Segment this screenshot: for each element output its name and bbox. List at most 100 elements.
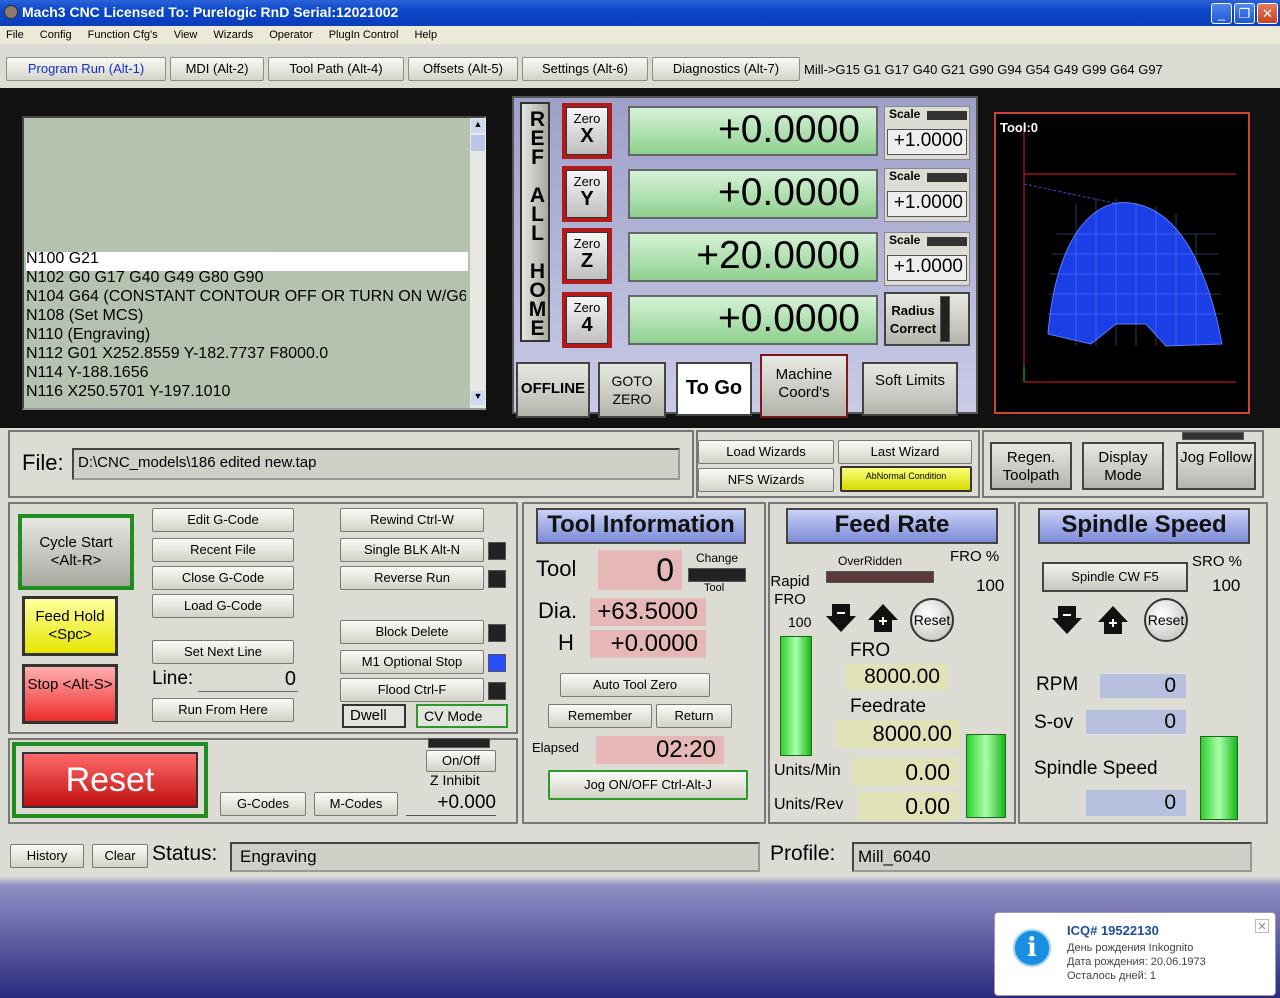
tool-number[interactable]: 0 bbox=[598, 550, 682, 590]
stop-button[interactable]: Stop <Alt-S> bbox=[22, 664, 118, 724]
feed-reset-button[interactable]: Reset bbox=[910, 598, 954, 642]
clear-button[interactable]: Clear bbox=[92, 844, 148, 868]
rewind-button[interactable]: Rewind Ctrl-W bbox=[340, 508, 484, 532]
scroll-up-icon[interactable]: ▲ bbox=[471, 119, 485, 133]
scale-y-value[interactable]: +1.0000 bbox=[887, 191, 967, 217]
return-button[interactable]: Return bbox=[656, 704, 732, 728]
feed-up-button[interactable] bbox=[868, 602, 898, 634]
menu-wizards[interactable]: Wizards bbox=[213, 29, 253, 41]
feed-rate-slider[interactable] bbox=[966, 734, 1006, 818]
zero-z-button[interactable]: Zero Z bbox=[562, 228, 612, 284]
scale-x-value[interactable]: +1.0000 bbox=[887, 129, 967, 155]
load-gcode-button[interactable]: Load G-Code bbox=[152, 594, 294, 618]
soft-limits-button[interactable]: Soft Limits bbox=[862, 362, 958, 416]
machine-coords-button[interactable]: Machine Coord's bbox=[760, 354, 848, 418]
history-button[interactable]: History bbox=[10, 844, 84, 868]
scroll-thumb[interactable] bbox=[471, 135, 485, 151]
cycle-start-button[interactable]: Cycle Start <Alt-R> bbox=[18, 514, 134, 590]
tab-tool-path[interactable]: Tool Path (Alt-4) bbox=[268, 57, 404, 81]
flood-button[interactable]: Flood Ctrl-F bbox=[340, 678, 484, 702]
icq-close-icon[interactable]: ✕ bbox=[1255, 919, 1269, 933]
m1-optional-stop-button[interactable]: M1 Optional Stop bbox=[340, 650, 484, 674]
scale-z-value[interactable]: +1.0000 bbox=[887, 255, 967, 281]
load-wizards-button[interactable]: Load Wizards bbox=[698, 440, 834, 464]
dro-x[interactable]: +0.0000 bbox=[628, 106, 878, 156]
ref-all-home-button[interactable]: REF ALL HOME bbox=[520, 102, 550, 342]
tab-mdi[interactable]: MDI (Alt-2) bbox=[170, 57, 264, 81]
tab-program-run[interactable]: Program Run (Alt-1) bbox=[6, 57, 166, 81]
line-number-input[interactable]: 0 bbox=[198, 668, 298, 692]
menu-view[interactable]: View bbox=[174, 29, 198, 41]
gcode-line[interactable]: N114 Y-188.1656 bbox=[26, 364, 148, 382]
single-block-button[interactable]: Single BLK Alt-N bbox=[340, 538, 484, 562]
minimize-button[interactable]: _ bbox=[1211, 3, 1232, 24]
tab-diagnostics[interactable]: Diagnostics (Alt-7) bbox=[652, 57, 800, 81]
set-next-line-button[interactable]: Set Next Line bbox=[152, 640, 294, 664]
tool-diameter[interactable]: +63.5000 bbox=[590, 598, 706, 626]
tool-height[interactable]: +0.0000 bbox=[590, 630, 706, 658]
spindle-up-button[interactable] bbox=[1098, 604, 1128, 636]
menu-operator[interactable]: Operator bbox=[269, 29, 312, 41]
nfs-wizards-button[interactable]: NFS Wizards bbox=[698, 468, 834, 492]
gcode-line[interactable]: N104 G64 (CONSTANT CONTOUR OFF OR TURN O… bbox=[26, 288, 466, 306]
menu-help[interactable]: Help bbox=[414, 29, 437, 41]
spindle-speed-slider[interactable] bbox=[1200, 736, 1238, 820]
gcode-line[interactable]: N108 (Set MCS) bbox=[26, 307, 143, 325]
z-inhibit-value[interactable]: +0.000 bbox=[406, 792, 496, 816]
gcode-line[interactable]: N110 (Engraving) bbox=[26, 326, 150, 344]
recent-file-button[interactable]: Recent File bbox=[152, 538, 294, 562]
icq-notification[interactable]: i ICQ# 19522130 День рождения Inkognito … bbox=[994, 912, 1276, 996]
zero-x-button[interactable]: Zero X bbox=[562, 103, 612, 159]
block-delete-button[interactable]: Block Delete bbox=[340, 620, 484, 644]
arrow-up-icon bbox=[1098, 606, 1128, 634]
fro-value[interactable]: 8000.00 bbox=[846, 664, 948, 690]
dro-y[interactable]: +0.0000 bbox=[628, 169, 878, 219]
menu-config[interactable]: Config bbox=[40, 29, 72, 41]
tab-settings[interactable]: Settings (Alt-6) bbox=[522, 57, 648, 81]
auto-tool-zero-button[interactable]: Auto Tool Zero bbox=[560, 673, 710, 697]
toolpath-display[interactable]: Tool:0 bbox=[994, 112, 1250, 414]
spindle-cw-button[interactable]: Spindle CW F5 bbox=[1042, 562, 1188, 592]
feedrate-value[interactable]: 8000.00 bbox=[836, 720, 960, 748]
offline-button[interactable]: OFFLINE bbox=[516, 362, 590, 418]
gcode-line[interactable]: N100 G21 bbox=[26, 250, 99, 268]
zero-4-button[interactable]: Zero 4 bbox=[562, 292, 612, 348]
gcode-scrollbar[interactable]: ▲ ▼ bbox=[470, 118, 486, 408]
menu-plugin-control[interactable]: PlugIn Control bbox=[329, 29, 399, 41]
reset-button[interactable]: Reset bbox=[22, 752, 198, 808]
gcode-line[interactable]: N102 G0 G17 G40 G49 G80 G90 bbox=[26, 269, 263, 287]
gcodes-button[interactable]: G-Codes bbox=[220, 792, 306, 816]
menu-function-cfgs[interactable]: Function Cfg's bbox=[88, 29, 158, 41]
gcode-line[interactable]: N112 G01 X252.8559 Y-182.7737 F8000.0 bbox=[26, 345, 328, 363]
close-gcode-button[interactable]: Close G-Code bbox=[152, 566, 294, 590]
spindle-speed-value[interactable]: 0 bbox=[1086, 790, 1186, 816]
menu-file[interactable]: File bbox=[6, 29, 24, 41]
remember-button[interactable]: Remember bbox=[548, 704, 652, 728]
regen-toolpath-button[interactable]: Regen. Toolpath bbox=[990, 442, 1072, 490]
rapid-fro-slider[interactable] bbox=[780, 636, 812, 756]
z-inhibit-onoff-button[interactable]: On/Off bbox=[426, 750, 496, 772]
spindle-reset-button[interactable]: Reset bbox=[1144, 598, 1188, 642]
radius-correct-button[interactable]: Radius Correct bbox=[884, 292, 970, 346]
gcode-line[interactable]: N116 X250.5701 Y-197.1010 bbox=[26, 383, 230, 401]
run-from-here-button[interactable]: Run From Here bbox=[152, 698, 294, 722]
goto-zero-button[interactable]: GOTO ZERO bbox=[598, 362, 666, 418]
to-go-button[interactable]: To Go bbox=[676, 362, 752, 416]
jog-onoff-button[interactable]: Jog ON/OFF Ctrl-Alt-J bbox=[548, 770, 748, 800]
display-mode-button[interactable]: Display Mode bbox=[1082, 442, 1164, 490]
reverse-run-button[interactable]: Reverse Run bbox=[340, 566, 484, 590]
maximize-button[interactable]: ❐ bbox=[1234, 3, 1255, 24]
dro-4[interactable]: +0.0000 bbox=[628, 295, 878, 345]
close-button[interactable]: ✕ bbox=[1257, 3, 1278, 24]
last-wizard-button[interactable]: Last Wizard bbox=[838, 440, 972, 464]
jog-follow-button[interactable]: Jog Follow bbox=[1176, 442, 1256, 490]
zero-y-button[interactable]: Zero Y bbox=[562, 166, 612, 222]
spindle-down-button[interactable] bbox=[1052, 604, 1082, 636]
edit-gcode-button[interactable]: Edit G-Code bbox=[152, 508, 294, 532]
feed-down-button[interactable] bbox=[826, 602, 856, 634]
mcodes-button[interactable]: M-Codes bbox=[314, 792, 398, 816]
dro-z[interactable]: +20.0000 bbox=[628, 232, 878, 282]
feed-hold-button[interactable]: Feed Hold <Spc> bbox=[22, 596, 118, 656]
tab-offsets[interactable]: Offsets (Alt-5) bbox=[408, 57, 518, 81]
scroll-down-icon[interactable]: ▼ bbox=[471, 391, 485, 405]
